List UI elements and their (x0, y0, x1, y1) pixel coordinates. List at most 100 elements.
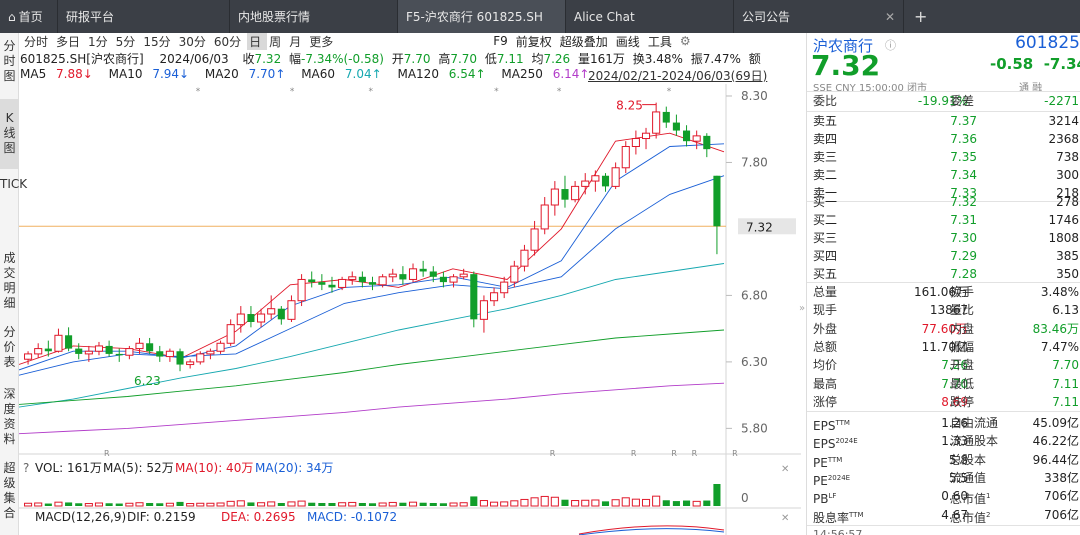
stats-row: 现手 13867 量比 6.13 (807, 301, 1080, 319)
nav-price-distribution[interactable]: 分价表 (0, 321, 19, 381)
date-range[interactable]: 2024/02/21-2024/06/03(69日) (588, 67, 767, 84)
open-value: 7.70 (403, 52, 431, 66)
nav-label: 分价表 (3, 325, 16, 369)
nav-tick[interactable]: TICK (0, 169, 27, 245)
tab-stock-detail[interactable]: F5-沪农商行 601825.SH (398, 0, 566, 33)
super-overlay-button[interactable]: 超级叠加 (556, 33, 612, 50)
last-tick-time: 14:56:57 (813, 528, 863, 535)
info-icon[interactable]: ⓘ (885, 37, 896, 53)
volume-bar (75, 503, 83, 506)
period-5min[interactable]: 5分 (114, 33, 142, 50)
draw-line-button[interactable]: 画线 (612, 33, 644, 50)
order-diff-value: -2271 (1044, 94, 1079, 108)
period-60min[interactable]: 60分 (212, 33, 247, 50)
candle-body (84, 350, 93, 355)
period-month[interactable]: 月 (287, 33, 307, 50)
candle-body (135, 342, 144, 350)
low-label: 低 (484, 52, 497, 66)
candle-body (206, 350, 215, 355)
volume-bar (216, 502, 225, 507)
tab-home[interactable]: ⌂ 首页 (0, 0, 58, 33)
period-week[interactable]: 周 (267, 33, 287, 50)
event-r-icon: R (732, 449, 738, 458)
candle-body (348, 276, 357, 280)
stat-value: 7.47% (1040, 339, 1079, 354)
period-15min[interactable]: 15分 (141, 33, 176, 50)
volume-bar (408, 501, 418, 507)
candle-body (459, 273, 468, 278)
nav-trade-detail[interactable]: 成交明细 (0, 245, 19, 321)
event-star-icon: * (290, 87, 295, 97)
fundamental-value: 46.22亿 (1032, 434, 1079, 449)
f9-button[interactable]: F9 (489, 34, 512, 48)
gear-icon[interactable]: ⚙ (680, 34, 691, 48)
new-tab-button[interactable]: + (904, 0, 937, 33)
nav-deep-data[interactable]: 深度资料 (0, 381, 19, 459)
event-star-icon: * (494, 87, 499, 97)
period-multiday[interactable]: 多日 (54, 33, 86, 50)
y-tick-label: 7.80 (741, 155, 768, 169)
tab-mainland-stock-quotes[interactable]: 内地股票行情 (230, 0, 398, 33)
volume-bar (601, 501, 610, 506)
volume-bar (561, 499, 569, 506)
period-intraday[interactable]: 分时 (22, 33, 54, 50)
candle-body (591, 175, 600, 182)
nav-kline[interactable]: K线图 (0, 99, 19, 169)
volume-ma5: MA(5): 52万 (103, 461, 174, 475)
macd-dif: DIF: 0.2159 (127, 510, 196, 524)
period-1min[interactable]: 1分 (86, 33, 114, 50)
ask-level-label: 卖四 (813, 132, 838, 146)
price-change: -0.58 -7.34% (990, 55, 1080, 73)
nav-super-set[interactable]: 超级集合 (0, 459, 19, 535)
close-value: 7.32 (254, 52, 282, 66)
fundamental-label: 流通股本 (950, 434, 999, 449)
last-price: 7.32 (811, 49, 881, 82)
high-label: 高 (438, 52, 451, 66)
candle-body (641, 132, 651, 140)
fundamental-value: 338亿 (1044, 470, 1079, 485)
fundamental-row: PE2024E 5.5 流通值 338亿 (807, 469, 1080, 488)
ma-value: 7.70↑ (248, 67, 286, 81)
period-30min[interactable]: 30分 (177, 33, 212, 50)
kline-chart[interactable]: 8.30 7.80 6.80 6.30 5.80 7.32 8.25 6.23 * * * * * * R R… (19, 84, 801, 535)
event-r-icon: R (692, 449, 698, 458)
ma-value: 6.14↑ (552, 67, 590, 81)
candle-body (146, 343, 154, 352)
volume-bar (165, 502, 174, 507)
forward-adjust-button[interactable]: 前复权 (512, 33, 556, 50)
ma-label: MA10 (108, 67, 143, 81)
left-nav: 分时图 K线图 TICK 成交明细 分价表 深度资料 超级集合 (0, 33, 27, 535)
ask-price: 7.36 (950, 132, 977, 146)
volume-bar (267, 501, 276, 507)
volume-bar (672, 501, 680, 506)
tab-alice-chat[interactable]: Alice Chat (566, 0, 734, 33)
bid-row: 买二 7.31 1746 (807, 211, 1080, 229)
stat-value: 3.48% (1040, 285, 1079, 299)
candle-body (631, 138, 640, 148)
period-more[interactable]: 更多 (307, 33, 339, 50)
candle-body (277, 308, 285, 320)
candle-body (247, 314, 255, 322)
tab-company-announcements[interactable]: 公司公告 ✕ (734, 0, 904, 33)
quote-panel: 沪农商行 ⓘ 601825 7.32 -0.58 -7.34% SSE CNY … (799, 33, 1080, 535)
candle-body (358, 276, 366, 283)
close-icon[interactable]: ✕ (879, 10, 895, 24)
tools-button[interactable]: 工具 (644, 33, 676, 50)
volume-bar (652, 495, 661, 507)
candle-body (510, 265, 519, 283)
nav-intraday[interactable]: 分时图 (0, 33, 19, 99)
collapse-panel-icon[interactable]: » (799, 303, 805, 314)
fundamental-value: 96.44亿 (1032, 452, 1079, 467)
stat-label: 换手 (950, 285, 975, 299)
candle-body (196, 353, 205, 363)
fundamental-row: EPSTTM 1.26 自由流通 45.09亿 (807, 414, 1080, 433)
candle-body (479, 300, 488, 320)
period-day[interactable]: 日 (247, 32, 268, 50)
tab-research-platform[interactable]: 研报平台 (58, 0, 230, 33)
candle-body (703, 135, 711, 150)
volume-zero-label: 0 (741, 491, 749, 505)
last-tick-row: 14:56:57 (807, 526, 1080, 535)
y-tick-label: 6.30 (741, 355, 768, 369)
bid-volume: 278 (1056, 195, 1079, 209)
event-star-icon: * (196, 87, 201, 97)
